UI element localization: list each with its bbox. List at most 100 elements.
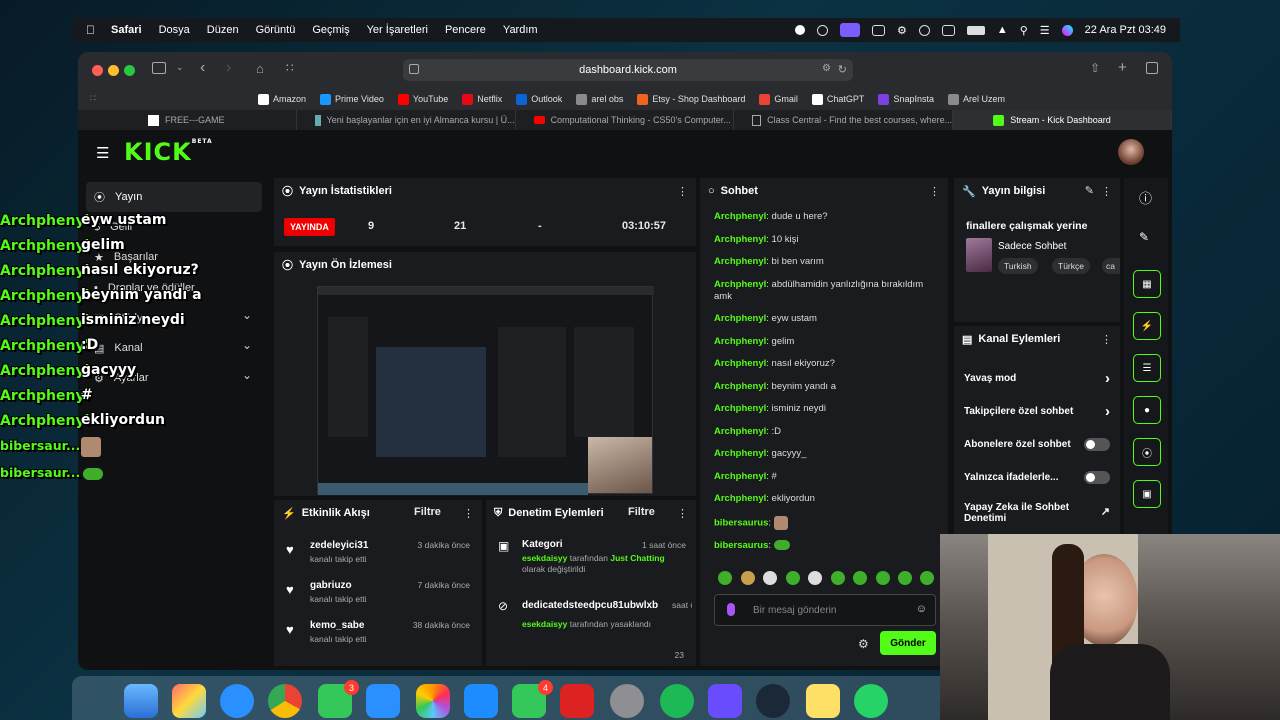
chat-message[interactable]: Archphenyl: 10 kişi xyxy=(714,234,940,246)
chat-username[interactable]: Archphenyl xyxy=(714,313,766,324)
chat-settings-icon[interactable]: ⚙ xyxy=(858,637,869,651)
chat-message[interactable]: Archphenyl: dude u here? xyxy=(714,211,940,223)
chat-message[interactable]: Archphenyl: nasıl ekiyoruz? xyxy=(714,358,940,370)
controls-icon[interactable]: ⚙ xyxy=(897,24,907,37)
emote-icon[interactable] xyxy=(876,571,890,585)
emote-icon[interactable] xyxy=(786,571,800,585)
moderation-actor[interactable]: esekdaisyy xyxy=(522,553,567,563)
chat-message[interactable]: Archphenyl: isminiz neydi xyxy=(714,403,940,415)
apple-icon[interactable]:  xyxy=(86,23,95,37)
info-icon[interactable]: ⓘ xyxy=(1139,188,1152,207)
sidebar-icon[interactable] xyxy=(152,62,166,74)
finder-icon[interactable] xyxy=(124,684,158,718)
chat-bubble-icon[interactable]: ● xyxy=(1133,396,1161,424)
spotify-icon[interactable] xyxy=(660,684,694,718)
chat-message[interactable]: Archphenyl: ekliyordun xyxy=(714,493,940,505)
chat-username[interactable]: Archphenyl xyxy=(714,256,766,267)
mail-icon[interactable] xyxy=(366,684,400,718)
emote-icon[interactable] xyxy=(763,571,777,585)
broadcast-icon[interactable]: ⦿ xyxy=(1133,438,1161,466)
chat-username[interactable]: Archphenyl xyxy=(714,381,766,392)
menu-goruntu[interactable]: Görüntü xyxy=(256,24,296,36)
slow-mode-row[interactable]: Yavaş mod › xyxy=(954,362,1120,395)
obs-icon[interactable] xyxy=(816,24,828,36)
reload-icon[interactable]: ↻ xyxy=(838,63,847,76)
wifi-icon[interactable]: ▲ xyxy=(997,24,1008,36)
media-player-icon[interactable] xyxy=(708,684,742,718)
clock[interactable]: 22 Ara Pzt 03:49 xyxy=(1085,24,1166,36)
menu-duzen[interactable]: Düzen xyxy=(207,24,239,36)
more-icon[interactable]: ⋮ xyxy=(929,185,940,198)
list-icon[interactable]: ☰ xyxy=(1133,354,1161,382)
bookmark-item[interactable]: Arel Uzem xyxy=(947,93,1005,105)
moderation-filter-button[interactable]: Filtre xyxy=(628,506,655,518)
back-icon[interactable]: ‹ xyxy=(200,59,205,77)
app-store-icon[interactable] xyxy=(464,684,498,718)
moderation-item[interactable]: ▣ Kategori 1 saat önce esekdaisyy tarafı… xyxy=(486,534,696,590)
photos-icon[interactable] xyxy=(416,684,450,718)
followers-only-row[interactable]: Takipçilere özel sohbet › xyxy=(954,395,1120,428)
more-icon[interactable]: ⋮ xyxy=(677,507,688,520)
menu-dosya[interactable]: Dosya xyxy=(159,24,190,36)
microphone-icon[interactable] xyxy=(727,603,735,616)
chat-username[interactable]: Archphenyl xyxy=(714,211,766,222)
moderator-icon[interactable]: ▣ xyxy=(1133,480,1161,508)
bookmark-item[interactable]: arel obs xyxy=(576,93,623,105)
chat-username[interactable]: Archphenyl xyxy=(714,279,766,290)
chat-username[interactable]: Archphenyl xyxy=(714,403,766,414)
chat-input[interactable]: Bir mesaj gönderin ☺ xyxy=(714,594,936,626)
chat-message[interactable]: Archphenyl: :D xyxy=(714,426,940,438)
siri-icon[interactable] xyxy=(1061,24,1073,36)
chrome-icon[interactable] xyxy=(268,684,302,718)
bookmark-item[interactable]: ChatGPT xyxy=(811,93,864,105)
pencil-icon[interactable]: ✎ xyxy=(1139,230,1149,244)
emoji-icon[interactable]: ☺ xyxy=(916,603,927,615)
whatsapp-icon[interactable] xyxy=(854,684,888,718)
bookmark-item[interactable]: Netflix xyxy=(462,93,502,105)
tab-class-central[interactable]: Class Central - Find the best courses, w… xyxy=(734,110,954,130)
menu-yardim[interactable]: Yardım xyxy=(503,24,538,36)
activity-item[interactable]: ♥ kemo_sabe 38 dakika önce kanalı takip … xyxy=(274,614,482,654)
translate-icon[interactable]: ⚙ xyxy=(822,63,831,74)
subs-only-toggle[interactable] xyxy=(1084,438,1110,451)
presentation-icon[interactable] xyxy=(560,684,594,718)
chat-message[interactable]: Archphenyl: gelim xyxy=(714,336,940,348)
emote-icon[interactable] xyxy=(718,571,732,585)
safari-icon[interactable] xyxy=(220,684,254,718)
address-text[interactable]: dashboard.kick.com xyxy=(579,64,677,76)
avatar[interactable] xyxy=(1118,139,1144,165)
send-button[interactable]: Gönder xyxy=(880,631,936,655)
chat-username[interactable]: Archphenyl xyxy=(714,426,766,437)
steam-icon[interactable] xyxy=(756,684,790,718)
chat-message[interactable]: Archphenyl: abdülhamidin yanlızlığına bı… xyxy=(714,279,940,303)
tab-free-game[interactable]: FREE---GAME xyxy=(78,110,297,130)
chat-message[interactable]: bibersaurus: xyxy=(714,540,940,552)
menu-safari[interactable]: Safari xyxy=(111,24,142,36)
chevron-down-icon[interactable]: ⌄ xyxy=(242,308,252,322)
ai-moderation-row[interactable]: Yapay Zeka ile Sohbet Denetimi ↗ xyxy=(954,496,1120,529)
chat-username[interactable]: bibersaurus xyxy=(714,540,768,551)
bookmark-item[interactable]: Etsy - Shop Dashboard xyxy=(637,93,745,105)
menu-pencere[interactable]: Pencere xyxy=(445,24,486,36)
chat-username[interactable]: Archphenyl xyxy=(714,358,766,369)
chevron-down-icon[interactable]: ⌄ xyxy=(176,62,184,73)
user-icon[interactable] xyxy=(918,24,930,36)
activity-item[interactable]: ♥ gabriuzo 7 dakika önce kanalı takip et… xyxy=(274,574,482,614)
screen-share-icon[interactable] xyxy=(839,23,860,37)
chat-username[interactable]: Archphenyl xyxy=(714,336,766,347)
tab-almanca[interactable]: Yeni başlayanlar için en iyi Almanca kur… xyxy=(297,110,516,130)
bookmark-item[interactable]: Gmail xyxy=(759,93,798,105)
chat-username[interactable]: bibersaurus xyxy=(714,517,768,528)
car-icon[interactable] xyxy=(941,24,955,36)
emote-icon[interactable] xyxy=(831,571,845,585)
edit-icon[interactable]: ✎ xyxy=(1085,184,1094,197)
chat-username[interactable]: Archphenyl xyxy=(714,448,766,459)
emote-icon[interactable] xyxy=(920,571,934,585)
chat-message[interactable]: Archphenyl: gacyyy_ xyxy=(714,448,940,460)
crop-icon[interactable]: ▦ xyxy=(1133,270,1161,298)
address-bar[interactable]: dashboard.kick.com ⚙ ↻ xyxy=(403,59,853,81)
moderation-actor[interactable]: esekdaisyy xyxy=(522,619,567,629)
chevron-down-icon[interactable]: ⌄ xyxy=(242,338,252,352)
more-icon[interactable]: ⋮ xyxy=(1101,185,1112,198)
bookmark-item[interactable]: YouTube xyxy=(397,93,448,105)
